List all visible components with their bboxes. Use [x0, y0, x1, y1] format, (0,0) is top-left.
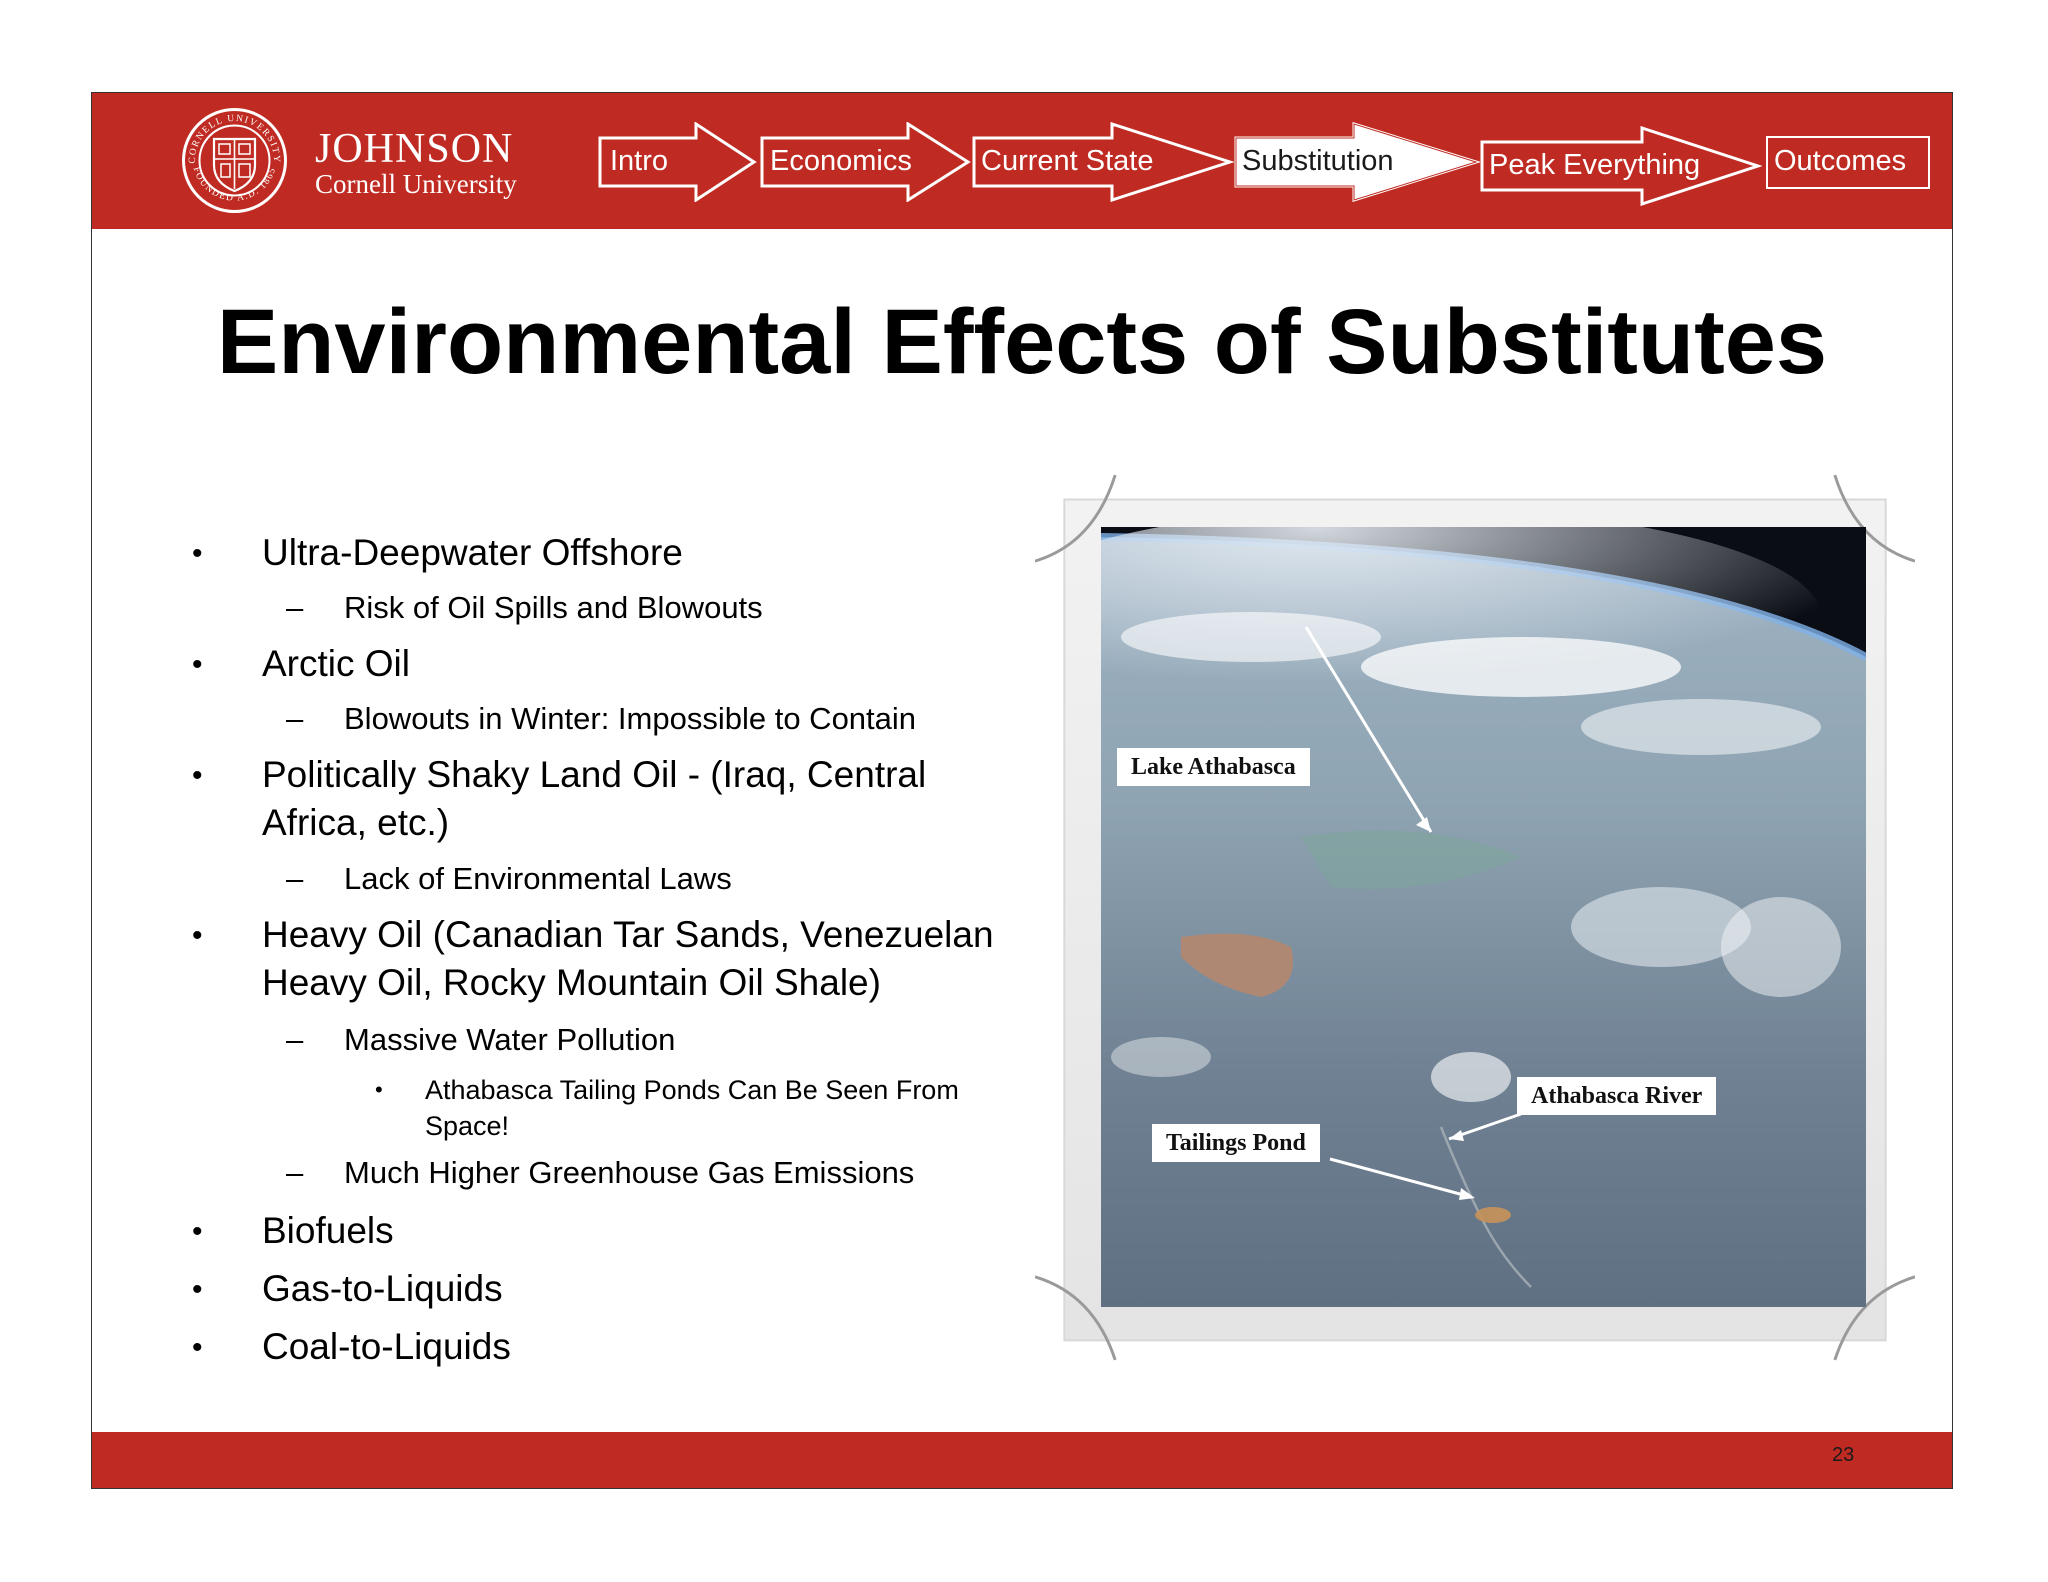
slide-border [91, 92, 1953, 1489]
